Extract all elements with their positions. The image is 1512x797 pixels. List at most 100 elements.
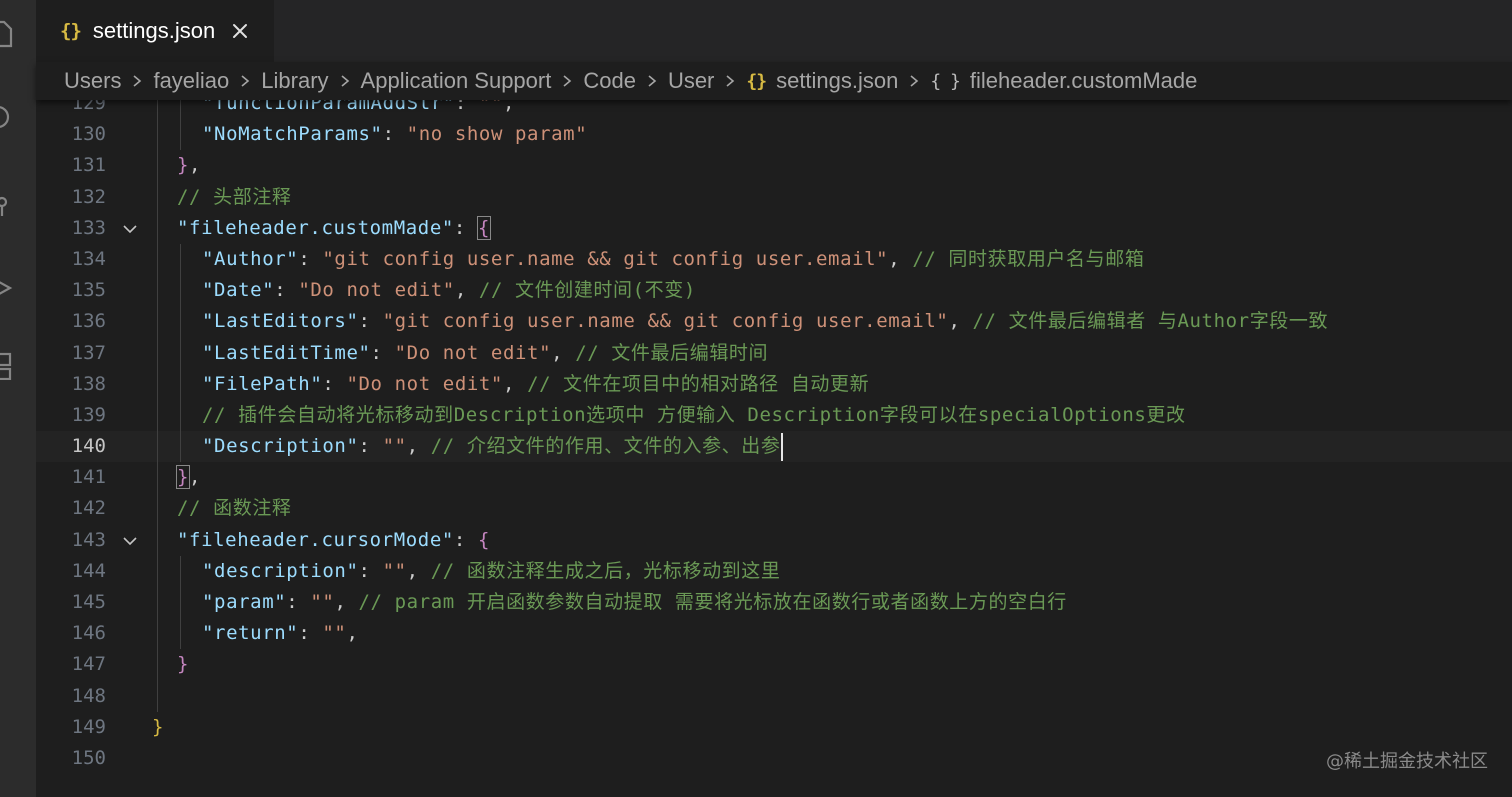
code-line[interactable]: 133 "fileheader.customMade": { (36, 212, 1512, 244)
code-token: // 同时获取用户名与邮箱 (912, 247, 1145, 270)
code-token: "fileheader.cursorMode" (177, 528, 454, 551)
code-text: }, (177, 150, 201, 181)
code-line[interactable]: 146 "return": "", (36, 618, 1512, 650)
code-line[interactable]: 131}, (36, 150, 1512, 182)
chevron-right-icon (646, 75, 658, 87)
code-line[interactable]: 143 "fileheader.cursorMode": { (36, 524, 1512, 556)
breadcrumb-code[interactable]: Code (583, 68, 636, 94)
code-token: , (406, 435, 431, 458)
code-line[interactable]: 140 "Description": "", // 介绍文件的作用、文件的入参、出… (36, 431, 1512, 463)
code-token: // 文件最后编辑时间 (575, 341, 769, 364)
code-text: "Author": "git config user.name && git c… (202, 244, 1144, 275)
indent-guide (157, 337, 158, 369)
indent-guide (180, 100, 181, 120)
indent-guide (157, 306, 158, 338)
tab-settings-json[interactable]: {} settings.json (36, 0, 274, 62)
breadcrumb-fayeliao[interactable]: fayeliao (153, 68, 229, 94)
code-token: : (370, 341, 395, 364)
line-number: 130 (71, 123, 106, 146)
indent-guide (180, 368, 181, 400)
indent-guide (180, 119, 181, 151)
code-line[interactable]: 142 // 函数注释 (36, 493, 1512, 525)
indent-guide (157, 243, 158, 276)
code-line[interactable]: 138 "FilePath": "Do not edit", // 文件在项目中的… (36, 368, 1512, 400)
code-line[interactable]: 136 "LastEditors": "git config user.name … (36, 306, 1512, 338)
code-token: // 文件在项目中的相对路径 自动更新 (527, 372, 870, 395)
code-token: , (948, 310, 973, 333)
chevron-right-icon (131, 75, 143, 87)
code-token: : (454, 100, 479, 114)
code-token: "" (310, 591, 335, 613)
breadcrumb-settings-json[interactable]: {} settings.json (746, 68, 898, 94)
extensions-icon[interactable] (0, 352, 14, 380)
line-number: 136 (71, 310, 106, 333)
code-token: : (358, 435, 383, 458)
close-icon[interactable] (231, 22, 249, 40)
chevron-right-icon (908, 75, 920, 87)
code-token: "git config user.name && git config user… (322, 247, 889, 270)
code-text: "description": "", // 函数注释生成之后，光标移动到这里 (202, 556, 780, 587)
code-token: // 介绍文件的作用、文件的入参、出参 (430, 435, 781, 458)
code-token: , (888, 247, 913, 270)
code-token: } (177, 653, 190, 676)
code-text: "LastEditTime": "Do not edit", // 文件最后编辑… (202, 338, 768, 369)
indent-guide (157, 649, 158, 681)
code-token: "" (382, 559, 407, 582)
chevron-down-icon[interactable] (122, 221, 138, 237)
search-icon[interactable] (0, 104, 14, 132)
indent-guide (157, 462, 158, 494)
line-number: 131 (71, 154, 106, 177)
code-line[interactable]: 130 "NoMatchParams": "no show param" (36, 119, 1512, 151)
source-control-icon[interactable] (0, 190, 14, 218)
code-line[interactable]: 149} (36, 712, 1512, 743)
code-token: "Do not edit" (346, 372, 503, 395)
code-line[interactable]: 147} (36, 649, 1512, 681)
code-text: // 函数注释 (177, 493, 292, 524)
code-line[interactable]: 134 "Author": "git config user.name && gi… (36, 243, 1512, 276)
code-token: // 文件最后编辑者 与Author字段一致 (972, 310, 1329, 333)
line-number: 137 (71, 341, 106, 364)
code-token: , (502, 100, 516, 114)
code-text: "return": "", (202, 618, 359, 649)
line-number: 138 (71, 372, 106, 395)
code-line[interactable]: 144 "description": "", // 函数注释生成之后，光标移动到这… (36, 555, 1512, 587)
code-token: : (358, 559, 383, 582)
code-token: "functionParamAddStr" (202, 100, 455, 114)
code-token: "git config user.name && git config user… (382, 310, 949, 333)
run-debug-icon[interactable] (0, 274, 14, 302)
code-token: "description" (202, 559, 359, 582)
breadcrumb-library[interactable]: Library (261, 68, 328, 94)
line-number: 149 (71, 715, 106, 738)
line-number: 144 (71, 559, 106, 582)
indent-guide (180, 399, 181, 432)
breadcrumb-users[interactable]: Users (64, 68, 121, 94)
code-token: : (274, 279, 299, 302)
breadcrumb-user[interactable]: User (668, 68, 714, 94)
code-line[interactable]: 129 "functionParamAddStr": "", (36, 100, 1512, 120)
code-token: : (453, 216, 478, 239)
line-number: 140 (71, 435, 106, 458)
code-line[interactable]: 135 "Date": "Do not edit", // 文件创建时间(不变) (36, 275, 1512, 307)
chevron-down-icon[interactable] (122, 533, 138, 549)
code-line[interactable]: 139 // 插件会自动将光标移动到Description选项中 方便输入 Des… (36, 399, 1512, 432)
code-editor[interactable]: 129 "functionParamAddStr": "", 130 "NoMatch… (36, 100, 1512, 797)
code-line[interactable]: 145 "param": "", // param 开启函数参数自动提取 需要将光… (36, 587, 1512, 619)
code-token: "fileheader.customMade" (177, 216, 454, 239)
indent-guide (157, 119, 158, 151)
line-number: 132 (71, 185, 106, 208)
code-text: // 插件会自动将光标移动到Description选项中 方便输入 Descri… (202, 400, 1186, 431)
line-number: 142 (71, 497, 106, 520)
indent-guide (157, 399, 158, 432)
breadcrumb-symbol[interactable]: { } fileheader.customMade (930, 68, 1197, 94)
code-line[interactable]: 132 // 头部注释 (36, 181, 1512, 213)
activity-bar (0, 0, 37, 797)
code-token: : (298, 247, 323, 270)
code-token: "Do not edit" (394, 341, 552, 364)
code-line[interactable]: 150 (36, 743, 1512, 774)
breadcrumb-application-support[interactable]: Application Support (361, 68, 552, 94)
code-line[interactable]: 148 (36, 680, 1512, 712)
code-line[interactable]: 137 "LastEditTime": "Do not edit", // 文件最… (36, 337, 1512, 369)
indent-guide (157, 431, 158, 463)
explorer-icon[interactable] (0, 20, 14, 48)
code-line[interactable]: 141}, (36, 462, 1512, 494)
